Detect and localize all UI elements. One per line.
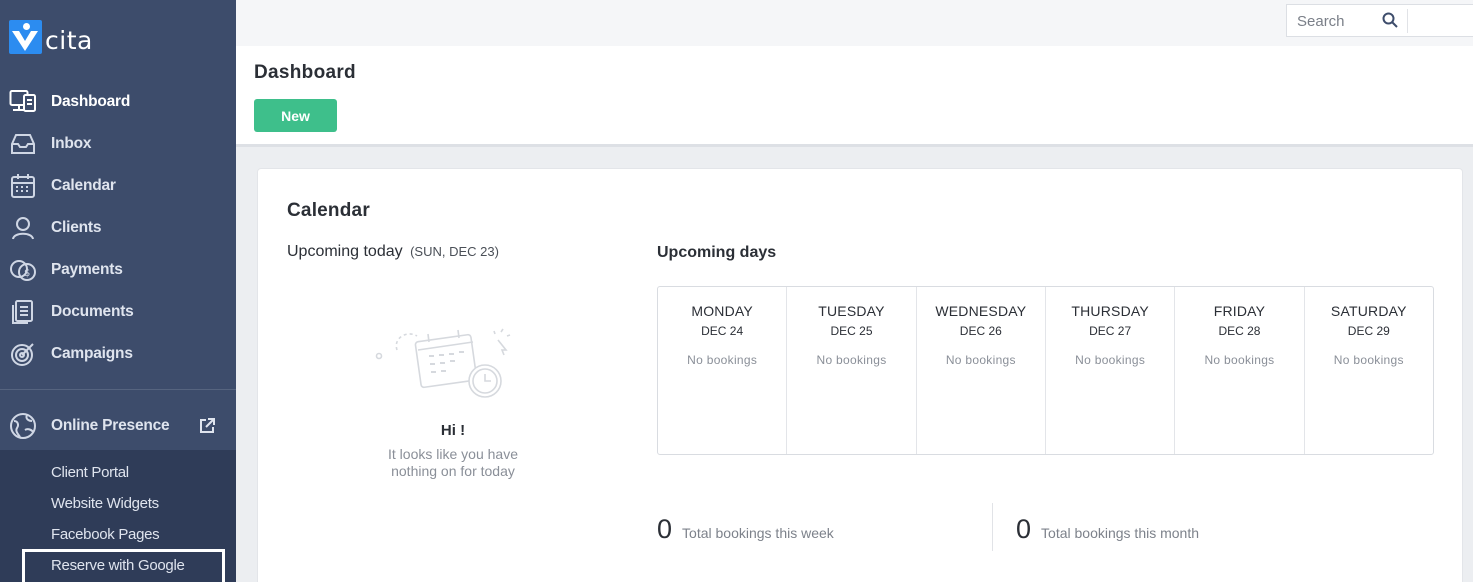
upcoming-days-heading: Upcoming days <box>657 244 777 261</box>
sidebar-item-inbox[interactable]: Inbox <box>0 123 236 165</box>
search-box <box>1286 4 1473 37</box>
search-input[interactable] <box>1297 11 1377 31</box>
sidebar-item-calendar[interactable]: Calendar <box>0 165 236 207</box>
globe-icon <box>8 412 37 440</box>
month-bookings-label: Total bookings this month <box>1041 525 1200 541</box>
logo-mark-icon <box>9 20 42 54</box>
dashboard-icon <box>8 88 37 116</box>
svg-text:$: $ <box>24 268 30 279</box>
empty-state-text: It looks like you have nothing on for to… <box>388 446 518 479</box>
sidebar-item-label: Online Presence <box>51 417 170 434</box>
day-date: DEC 28 <box>1218 324 1261 338</box>
sidebar-item-payments[interactable]: $ Payments <box>0 249 236 291</box>
sidebar-item-clients[interactable]: Clients <box>0 207 236 249</box>
submenu-item-client-portal[interactable]: Client Portal <box>51 464 129 481</box>
sidebar-item-label: Clients <box>51 219 102 236</box>
upcoming-today-label: Upcoming today <box>287 243 403 260</box>
day-date: DEC 27 <box>1089 324 1132 338</box>
sidebar-item-label: Inbox <box>51 135 92 152</box>
external-link-icon[interactable] <box>198 417 216 440</box>
sidebar-divider <box>0 389 236 390</box>
day-date: DEC 24 <box>701 324 744 338</box>
sidebar-nav: Dashboard Inbox Calendar Clients $ Payme… <box>0 81 236 375</box>
inbox-icon <box>8 130 37 158</box>
day-column[interactable]: SATURDAY DEC 29 No bookings <box>1305 287 1433 454</box>
week-bookings-count: 0 <box>657 514 673 544</box>
day-date: DEC 29 <box>1347 324 1390 338</box>
day-name: WEDNESDAY <box>935 303 1027 319</box>
day-status: No bookings <box>945 353 1016 367</box>
page-title: Dashboard <box>254 62 356 83</box>
card-title: Calendar <box>287 200 370 221</box>
search-divider <box>1407 9 1408 33</box>
vcita-logo[interactable]: cita <box>9 20 93 54</box>
day-name: FRIDAY <box>1213 303 1266 319</box>
stats-divider <box>992 503 993 551</box>
day-name: THURSDAY <box>1071 303 1149 319</box>
sidebar: cita Dashboard Inbox Calendar Clients $ … <box>0 0 236 582</box>
new-button[interactable]: New <box>254 99 337 132</box>
today-date: (SUN, DEC 23) <box>410 244 499 259</box>
documents-icon <box>8 298 37 326</box>
day-column[interactable]: MONDAY DEC 24 No bookings <box>658 287 788 454</box>
day-date: DEC 25 <box>830 324 873 338</box>
payments-icon: $ <box>8 256 37 284</box>
sidebar-item-label: Campaigns <box>51 345 133 362</box>
day-status: No bookings <box>1204 353 1275 367</box>
day-status: No bookings <box>687 353 758 367</box>
sidebar-item-label: Payments <box>51 261 123 278</box>
submenu-item-facebook-pages[interactable]: Facebook Pages <box>51 526 160 543</box>
sidebar-item-label: Dashboard <box>51 93 131 110</box>
day-status: No bookings <box>1075 353 1146 367</box>
month-bookings-count: 0 <box>1016 514 1032 544</box>
upcoming-today-heading: Upcoming today (SUN, DEC 23) <box>287 243 499 261</box>
calendar-icon <box>8 172 37 200</box>
clients-icon <box>8 214 37 242</box>
empty-state-title: Hi ! <box>440 422 466 439</box>
sidebar-item-online-presence[interactable]: Online Presence <box>0 405 236 447</box>
day-date: DEC 26 <box>959 324 1002 338</box>
day-column[interactable]: WEDNESDAY DEC 26 No bookings <box>917 287 1046 454</box>
campaigns-icon <box>8 340 37 368</box>
search-icon[interactable] <box>1382 12 1398 33</box>
day-name: TUESDAY <box>818 303 885 319</box>
week-bookings-label: Total bookings this week <box>682 525 834 541</box>
upcoming-days-grid: MONDAY DEC 24 No bookings TUESDAY DEC 25… <box>657 286 1434 455</box>
calendar-card: Calendar Upcoming today (SUN, DEC 23) Hi… <box>257 168 1463 582</box>
day-status: No bookings <box>816 353 887 367</box>
day-column[interactable]: TUESDAY DEC 25 No bookings <box>787 287 917 454</box>
week-bookings-stat: 0 Total bookings this week <box>657 514 834 545</box>
day-name: MONDAY <box>691 303 753 319</box>
month-bookings-stat: 0 Total bookings this month <box>1016 514 1199 545</box>
sidebar-item-campaigns[interactable]: Campaigns <box>0 333 236 375</box>
empty-calendar-illustration-icon <box>373 324 533 409</box>
submenu-item-reserve-with-google[interactable]: Reserve with Google <box>51 557 185 574</box>
sidebar-item-label: Documents <box>51 303 134 320</box>
day-name: SATURDAY <box>1330 303 1407 319</box>
page-header: Dashboard New <box>236 46 1473 147</box>
logo-text: cita <box>45 26 93 55</box>
day-status: No bookings <box>1333 353 1404 367</box>
day-column[interactable]: THURSDAY DEC 27 No bookings <box>1046 287 1176 454</box>
sidebar-item-documents[interactable]: Documents <box>0 291 236 333</box>
submenu-item-website-widgets[interactable]: Website Widgets <box>51 495 159 512</box>
day-column[interactable]: FRIDAY DEC 28 No bookings <box>1175 287 1305 454</box>
sidebar-item-dashboard[interactable]: Dashboard <box>0 81 236 123</box>
sidebar-item-label: Calendar <box>51 177 116 194</box>
